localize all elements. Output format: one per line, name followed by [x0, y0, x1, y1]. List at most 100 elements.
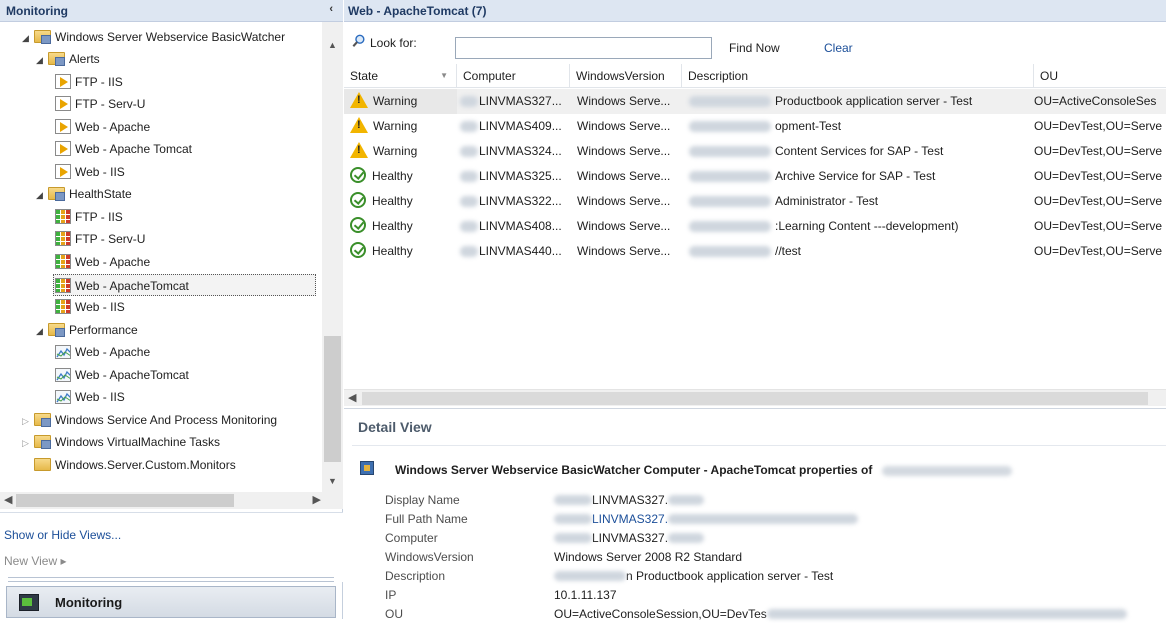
- healthy-check-icon: [350, 217, 366, 233]
- property-label: IP: [385, 588, 397, 602]
- clear-button[interactable]: Clear: [824, 41, 853, 55]
- property-value: n Productbook application server - Test: [554, 567, 833, 585]
- column-header-windowsversion[interactable]: WindowsVersion: [570, 64, 682, 88]
- tree-node-state-web-apache[interactable]: Web - Apache: [55, 251, 150, 273]
- tree-horizontal-scrollbar[interactable]: ◀ ▶: [0, 492, 343, 509]
- property-label: Description: [385, 569, 446, 583]
- view-title: Web - ApacheTomcat (7): [344, 0, 1166, 22]
- property-label: Computer: [385, 531, 438, 545]
- scroll-up-icon[interactable]: ▲: [322, 40, 343, 50]
- sort-descending-icon: ▼: [440, 71, 448, 80]
- tree-node-alert-ftp-servu[interactable]: FTP - Serv-U: [55, 93, 145, 115]
- tree-node-state-web-apachetomcat[interactable]: Web - ApacheTomcat: [53, 274, 316, 296]
- expand-arrow-icon[interactable]: ▷: [22, 410, 34, 432]
- folder-icon: [48, 187, 65, 202]
- collapse-pane-button[interactable]: ‹: [329, 3, 333, 15]
- column-header-state[interactable]: State ▼: [344, 64, 457, 88]
- state-grid: State ▼ Computer WindowsVersion Descripti…: [344, 64, 1166, 394]
- tree-node-perf-web-iis[interactable]: Web - IIS: [55, 386, 125, 408]
- monitoring-icon: [19, 594, 39, 611]
- tree-node-healthstate[interactable]: ◢ HealthState: [36, 183, 132, 205]
- expand-arrow-icon[interactable]: ◢: [36, 184, 48, 206]
- tree-node-state-web-iis[interactable]: Web - IIS: [55, 296, 125, 318]
- property-label: WindowsVersion: [385, 550, 474, 564]
- warning-icon: [350, 92, 368, 108]
- expand-arrow-icon[interactable]: ▷: [22, 432, 34, 454]
- table-row[interactable]: Warning LINVMAS324... Windows Serve... C…: [344, 139, 1166, 164]
- table-row[interactable]: Warning LINVMAS409... Windows Serve... o…: [344, 114, 1166, 139]
- alert-view-icon: [55, 96, 71, 112]
- tree-node-alerts[interactable]: ◢ Alerts: [36, 48, 100, 70]
- find-now-button[interactable]: Find Now: [729, 41, 780, 55]
- new-view-menu[interactable]: New View ▸: [4, 554, 67, 568]
- wunderbar-label: Monitoring: [55, 595, 123, 610]
- grid-header: State ▼ Computer WindowsVersion Descripti…: [344, 64, 1166, 88]
- performance-view-icon: [55, 389, 71, 404]
- tree-node-alert-web-apache[interactable]: Web - Apache: [55, 116, 150, 138]
- scroll-left-icon[interactable]: ◀: [348, 391, 356, 404]
- column-header-computer[interactable]: Computer: [457, 64, 570, 88]
- tree-node-virtualmachine-tasks[interactable]: ▷ Windows VirtualMachine Tasks: [22, 431, 220, 453]
- tree-vertical-scrollbar[interactable]: ▲ ▼: [322, 22, 343, 492]
- scroll-down-icon[interactable]: ▼: [322, 476, 343, 486]
- grid-horizontal-scrollbar[interactable]: ◀: [344, 389, 1166, 406]
- property-value: OU=ActiveConsoleSession,OU=DevTes: [554, 605, 1127, 623]
- pane-splitter[interactable]: [8, 577, 334, 582]
- scroll-left-icon[interactable]: ◀: [4, 493, 12, 506]
- expand-arrow-icon[interactable]: ◢: [36, 320, 48, 342]
- tree-node-performance[interactable]: ◢ Performance: [36, 319, 138, 341]
- table-row[interactable]: Healthy LINVMAS325... Windows Serve... A…: [344, 164, 1166, 189]
- tree-node-alert-web-iis[interactable]: Web - IIS: [55, 161, 125, 183]
- tree-node-alert-ftp-iis[interactable]: FTP - IIS: [55, 71, 123, 93]
- healthy-check-icon: [350, 192, 366, 208]
- table-row[interactable]: Healthy LINVMAS408... Windows Serve... :…: [344, 214, 1166, 239]
- expand-arrow-icon[interactable]: ◢: [22, 27, 34, 49]
- tree-node-perf-web-apachetomcat[interactable]: Web - ApacheTomcat: [55, 364, 189, 386]
- property-value: LINVMAS327.: [554, 491, 705, 509]
- performance-view-icon: [55, 367, 71, 382]
- column-header-ou[interactable]: OU: [1034, 64, 1166, 88]
- property-value: 10.1.11.137: [554, 588, 617, 602]
- tree-node-basicwatcher[interactable]: ◢ Windows Server Webservice BasicWatcher: [22, 26, 285, 48]
- scroll-right-icon[interactable]: ▶: [313, 493, 321, 506]
- property-value[interactable]: LINVMAS327.: [554, 510, 859, 528]
- navigation-links: Show or Hide Views... New View ▸: [0, 512, 343, 582]
- monitoring-tree: ◢ Windows Server Webservice BasicWatcher …: [0, 22, 322, 492]
- table-row[interactable]: Healthy LINVMAS440... Windows Serve... /…: [344, 239, 1166, 264]
- state-view-icon: [55, 231, 71, 247]
- warning-icon: [350, 117, 368, 133]
- alert-view-icon: [55, 74, 71, 90]
- tree-node-state-ftp-servu[interactable]: FTP - Serv-U: [55, 228, 145, 250]
- search-input[interactable]: [455, 37, 712, 59]
- search-bar: Look for: Find Now Clear: [344, 32, 1166, 62]
- search-icon: [352, 34, 365, 47]
- scroll-thumb[interactable]: [324, 336, 341, 462]
- expand-arrow-icon[interactable]: ◢: [36, 49, 48, 71]
- navigation-pane-title: Monitoring: [6, 4, 68, 18]
- state-view-icon: [55, 278, 71, 294]
- tree-node-alert-web-apache-tomcat[interactable]: Web - Apache Tomcat: [55, 138, 192, 160]
- look-for-label: Look for:: [370, 36, 417, 50]
- detail-view: Detail View Windows Server Webservice Ba…: [344, 408, 1166, 621]
- scroll-thumb[interactable]: [16, 494, 234, 507]
- tree-node-state-ftp-iis[interactable]: FTP - IIS: [55, 206, 123, 228]
- folder-icon: [34, 413, 51, 428]
- alert-view-icon: [55, 119, 71, 135]
- scroll-thumb[interactable]: [362, 392, 1148, 405]
- state-view-icon: [55, 209, 71, 225]
- performance-view-icon: [55, 344, 71, 359]
- alert-view-icon: [55, 164, 71, 180]
- table-row[interactable]: Healthy LINVMAS322... Windows Serve... A…: [344, 189, 1166, 214]
- tree-node-service-process-monitoring[interactable]: ▷ Windows Service And Process Monitoring: [22, 409, 277, 431]
- show-hide-views-link[interactable]: Show or Hide Views...: [4, 528, 121, 542]
- folder-icon: [34, 435, 51, 450]
- column-header-description[interactable]: Description: [682, 64, 1034, 88]
- wunderbar-monitoring-button[interactable]: Monitoring: [6, 586, 336, 618]
- tree-node-custom-monitors[interactable]: Windows.Server.Custom.Monitors: [34, 454, 236, 476]
- navigation-pane: Monitoring ‹ ◢ Windows Server Webservice …: [0, 0, 343, 619]
- folder-icon: [48, 323, 65, 338]
- results-pane: Web - ApacheTomcat (7) Look for: Find No…: [344, 0, 1166, 621]
- table-row[interactable]: Warning LINVMAS327... Windows Serve... P…: [344, 89, 1166, 114]
- folder-icon: [34, 30, 51, 45]
- tree-node-perf-web-apache[interactable]: Web - Apache: [55, 341, 150, 363]
